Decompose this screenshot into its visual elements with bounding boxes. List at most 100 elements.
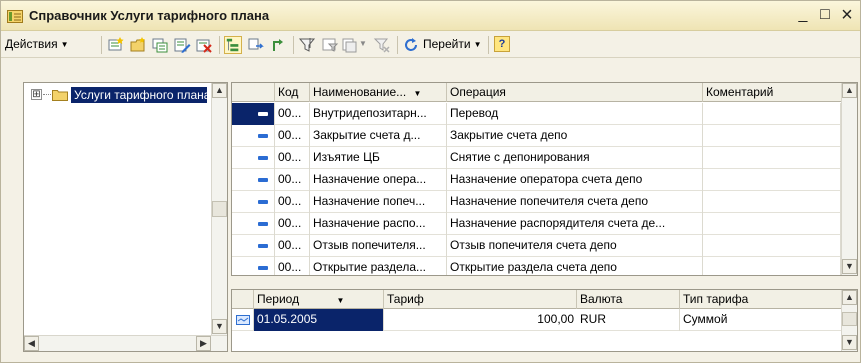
code-cell[interactable]: 00... <box>275 235 310 257</box>
scroll-down-icon[interactable]: ▼ <box>842 335 857 350</box>
tree-item-root[interactable]: ⊞ Услуги тарифного плана <box>31 87 211 103</box>
table-row[interactable]: 01.05.2005 100,00 RUR Суммой <box>232 309 841 331</box>
scroll-right-icon[interactable]: ▶ <box>196 336 211 351</box>
operation-cell[interactable]: Снятие с депонирования <box>447 147 703 169</box>
table-row[interactable]: 00... Назначение попеч... Назначение попеч… <box>232 191 841 213</box>
table-row[interactable]: 00... Закрытие счета д... Закрытие счета д… <box>232 125 841 147</box>
item-marker-icon <box>258 244 268 248</box>
code-cell[interactable]: 00... <box>275 169 310 191</box>
table-row[interactable]: 00... Назначение опера... Назначение опера… <box>232 169 841 191</box>
operation-cell[interactable]: Открытие раздела счета депо <box>447 257 703 275</box>
move-to-group-icon[interactable] <box>247 36 265 54</box>
operation-cell[interactable]: Назначение распорядителя счета де... <box>447 213 703 235</box>
folder-icon <box>52 90 68 101</box>
close-button[interactable]: × <box>838 5 856 25</box>
chevron-down-icon[interactable]: ▼ <box>359 39 367 48</box>
level-up-icon[interactable] <box>269 36 287 54</box>
operation-cell[interactable]: Отзыв попечителя счета депо <box>447 235 703 257</box>
code-cell[interactable]: 00... <box>275 125 310 147</box>
code-cell[interactable]: 00... <box>275 191 310 213</box>
delete-item-icon[interactable] <box>195 36 213 54</box>
edit-item-icon[interactable] <box>173 36 191 54</box>
tariff-column-header[interactable]: Тариф <box>384 290 577 309</box>
operation-cell[interactable]: Назначение попечителя счета депо <box>447 191 703 213</box>
row-icon-cell <box>232 169 275 191</box>
hierarchy-view-icon[interactable] <box>224 36 242 54</box>
name-cell[interactable]: Отзыв попечителя... <box>310 235 447 257</box>
row-icon-cell <box>232 147 275 169</box>
tree-horizontal-scrollbar[interactable]: ◀ ▶ <box>24 335 227 351</box>
help-button[interactable]: ? <box>494 36 510 52</box>
table-row[interactable]: 00... Назначение распо... Назначение распо… <box>232 213 841 235</box>
code-cell[interactable]: 00... <box>275 213 310 235</box>
filter-by-value-icon[interactable] <box>321 36 339 54</box>
code-cell[interactable]: 00... <box>275 147 310 169</box>
item-marker-icon <box>258 222 268 226</box>
operation-cell[interactable]: Закрытие счета депо <box>447 125 703 147</box>
name-column-header[interactable]: Наименование... ▼ <box>310 83 447 102</box>
row-icon-cell <box>232 235 275 257</box>
name-cell[interactable]: Изъятие ЦБ <box>310 147 447 169</box>
code-cell[interactable]: 00... <box>275 103 310 125</box>
maximize-button[interactable]: □ <box>816 6 834 24</box>
add-group-icon[interactable] <box>129 36 147 54</box>
expand-icon[interactable]: ⊞ <box>31 89 42 100</box>
scrollbar-thumb[interactable] <box>842 312 857 326</box>
tree-vertical-scrollbar[interactable]: ▲ ▼ <box>211 83 227 335</box>
name-cell[interactable]: Назначение распо... <box>310 213 447 235</box>
name-cell[interactable]: Открытие раздела... <box>310 257 447 275</box>
scroll-down-icon[interactable]: ▼ <box>212 319 227 334</box>
currency-cell[interactable]: RUR <box>577 309 680 331</box>
comment-cell[interactable] <box>703 235 841 257</box>
comment-cell[interactable] <box>703 103 841 125</box>
scroll-up-icon[interactable]: ▲ <box>842 83 857 98</box>
currency-column-header[interactable]: Валюта <box>577 290 680 309</box>
comment-cell[interactable] <box>703 191 841 213</box>
scrollbar-thumb[interactable] <box>212 201 227 217</box>
scroll-up-icon[interactable]: ▲ <box>212 83 227 98</box>
table-row[interactable]: 00... Внутридепозитарн... Перевод <box>232 103 841 125</box>
operation-cell[interactable]: Назначение оператора счета депо <box>447 169 703 191</box>
period-cell[interactable]: 01.05.2005 <box>254 309 384 331</box>
name-cell[interactable]: Закрытие счета д... <box>310 125 447 147</box>
minimize-button[interactable]: _ <box>794 6 812 24</box>
code-cell[interactable]: 00... <box>275 257 310 275</box>
comment-cell[interactable] <box>703 147 841 169</box>
code-column-header[interactable]: Код <box>275 83 310 102</box>
add-item-icon[interactable] <box>107 36 125 54</box>
refresh-icon[interactable] <box>402 36 420 54</box>
comment-cell[interactable] <box>703 213 841 235</box>
services-vertical-scrollbar[interactable]: ▲ ▼ <box>841 83 857 275</box>
row-icon-cell <box>232 257 275 275</box>
operation-cell[interactable]: Перевод <box>447 103 703 125</box>
comment-column-header[interactable]: Коментарий <box>703 83 841 102</box>
services-table-header: Код Наименование... ▼ Операция Коментари… <box>232 83 841 102</box>
table-row[interactable]: 00... Открытие раздела... Открытие раздела… <box>232 257 841 275</box>
row-icon-cell <box>232 309 254 331</box>
tariff-type-column-header[interactable]: Тип тарифа <box>680 290 841 309</box>
name-cell[interactable]: Назначение попеч... <box>310 191 447 213</box>
filter-history-icon[interactable] <box>341 36 359 54</box>
comment-cell[interactable] <box>703 169 841 191</box>
actions-menu[interactable]: Действия ▼ <box>5 37 69 51</box>
item-marker-icon <box>258 178 268 182</box>
comment-cell[interactable] <box>703 125 841 147</box>
marker-column-header <box>232 83 275 102</box>
name-cell[interactable]: Внутридепозитарн... <box>310 103 447 125</box>
filter-icon[interactable] <box>298 36 316 54</box>
table-row[interactable]: 00... Отзыв попечителя... Отзыв попечителя… <box>232 235 841 257</box>
scroll-left-icon[interactable]: ◀ <box>24 336 39 351</box>
copy-item-icon[interactable] <box>151 36 169 54</box>
table-row[interactable]: 00... Изъятие ЦБ Снятие с депонирования <box>232 147 841 169</box>
clear-filter-icon[interactable] <box>373 36 391 54</box>
comment-cell[interactable] <box>703 257 841 275</box>
operation-column-header[interactable]: Операция <box>447 83 703 102</box>
period-column-header[interactable]: Период ▼ <box>254 290 384 309</box>
tariff-type-cell[interactable]: Суммой <box>680 309 841 331</box>
name-cell[interactable]: Назначение опера... <box>310 169 447 191</box>
goto-menu[interactable]: Перейти ▼ <box>423 37 481 51</box>
scroll-up-icon[interactable]: ▲ <box>842 290 857 305</box>
scroll-down-icon[interactable]: ▼ <box>842 259 857 274</box>
tariff-cell[interactable]: 100,00 <box>384 309 577 331</box>
tariffs-vertical-scrollbar[interactable]: ▲ ▼ <box>841 290 857 351</box>
